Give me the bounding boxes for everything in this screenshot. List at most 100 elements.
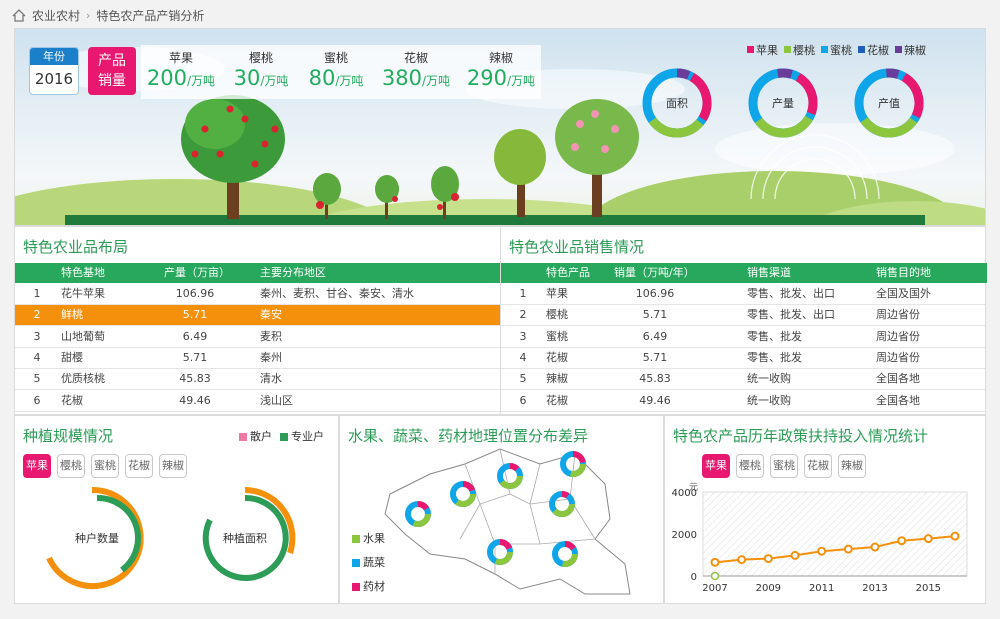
cell-no: 3 [33, 329, 41, 343]
product-value: 30 [233, 66, 261, 90]
product-unit: /万吨 [260, 74, 289, 88]
legend-item[interactable]: 苹果 [747, 42, 778, 58]
x-tick-label: 2011 [809, 583, 834, 594]
geo-title: 水果、蔬菜、药材地理位置分布差异 [348, 427, 589, 445]
cell-value: 49.46 [179, 393, 211, 407]
chevron-right-icon: › [86, 8, 91, 22]
legend-item[interactable]: 蜜桃 [821, 42, 852, 58]
legend-item[interactable]: 药材 [352, 578, 385, 594]
tab-chili[interactable]: 辣椒 [838, 454, 866, 478]
legend-item[interactable]: 蔬菜 [352, 554, 385, 570]
cell-area: 浅山区 [260, 393, 293, 407]
product-name: 苹果 [168, 51, 193, 65]
cell-channel: 统一收购 [747, 372, 791, 386]
cell-value: 45.83 [179, 372, 211, 386]
product-unit: /万吨 [507, 74, 536, 88]
production-sales-badge: 产品 销量 [88, 47, 136, 95]
cell-channel: 统一收购 [747, 393, 791, 407]
data-point [737, 555, 747, 565]
product-name: 樱桃 [248, 51, 273, 65]
table-row[interactable]: 5 辣椒 45.83 统一收购 全国各地 [501, 369, 985, 391]
legend-item[interactable]: 散户 [239, 428, 272, 444]
cell-name: 优质核桃 [61, 372, 105, 386]
product-unit: /万吨 [335, 74, 364, 88]
legend-item[interactable]: 樱桃 [784, 42, 815, 58]
data-point [710, 557, 720, 567]
table-row[interactable]: 2 鲜桃 5.71 秦安 [15, 305, 500, 327]
cell-name: 甜樱 [61, 350, 83, 364]
donut-value[interactable]: 产值 [847, 67, 931, 145]
cell-value: 49.46 [639, 393, 671, 407]
tab-apple[interactable]: 苹果 [702, 454, 730, 478]
cell-name: 蜜桃 [546, 329, 568, 343]
axis-origin-marker [710, 571, 720, 581]
tab-chili[interactable]: 辣椒 [159, 454, 187, 478]
scale-legend: 散户 专业户 [239, 428, 324, 444]
sales-table-header: 特色产品 销量（万吨/年） 销售渠道 销售目的地 [501, 263, 987, 283]
legend-item[interactable]: 辣椒 [895, 42, 926, 58]
table-row[interactable]: 6 花椒 49.46 浅山区 [15, 391, 500, 412]
table-row[interactable]: 4 花椒 5.71 零售、批发 周边省份 [501, 348, 985, 369]
cell-no: 3 [519, 329, 527, 343]
cell-area: 麦积 [260, 329, 282, 343]
policy-line-chart[interactable]: 元4000200002007 2009 2011 2013 2015 [665, 478, 985, 603]
tab-cherry[interactable]: 樱桃 [736, 454, 764, 478]
cell-dest: 全国各地 [876, 372, 920, 386]
product-stat-apple: 苹果 200/万吨 [141, 49, 221, 94]
region-map[interactable] [370, 444, 640, 604]
table-row[interactable]: 1 花牛苹果 106.96 秦州、麦积、甘谷、秦安、清水 [15, 284, 500, 305]
donut-label: 面积 [666, 97, 688, 110]
hero-donut-charts: 面积 产量 产值 [635, 67, 931, 145]
table-row[interactable]: 4 甜樱 5.71 秦州 [15, 348, 500, 369]
product-value: 80 [308, 66, 336, 90]
table-row[interactable]: 3 蜜桃 6.49 零售、批发 周边省份 [501, 327, 985, 348]
x-tick-label: 2013 [862, 583, 887, 594]
tab-pepper[interactable]: 花椒 [804, 454, 832, 478]
cell-channel: 零售、批发、出口 [747, 308, 835, 322]
legend-item[interactable]: 花椒 [858, 42, 889, 58]
gauge-label: 种植面积 [223, 531, 267, 545]
cell-name: 花椒 [546, 350, 568, 364]
policy-tabs: 苹果 樱桃 蜜桃 花椒 辣椒 [702, 454, 866, 478]
donut-area[interactable]: 面积 [635, 67, 719, 145]
data-point [817, 546, 827, 556]
cell-value: 106.96 [175, 287, 215, 300]
product-value: 380 [381, 66, 423, 90]
table-row[interactable]: 6 花椒 49.46 统一收购 全国各地 [501, 391, 985, 412]
tab-apple[interactable]: 苹果 [23, 454, 51, 478]
legend-item[interactable]: 专业户 [280, 428, 324, 444]
breadcrumb-root[interactable]: 农业农村 [32, 7, 80, 24]
layout-table-title: 特色农业品布局 [23, 238, 129, 256]
cell-no: 2 [519, 308, 527, 322]
year-selector[interactable]: 年份 2016 [29, 47, 79, 95]
cell-value: 45.83 [639, 372, 671, 386]
donut-output[interactable]: 产量 [742, 67, 824, 144]
product-stat-chili: 辣椒 290/万吨 [461, 49, 541, 94]
gauge-area[interactable]: 种植面积 [202, 487, 296, 581]
product-unit: /万吨 [422, 74, 451, 88]
cell-value: 5.71 [182, 350, 208, 364]
gauge-label: 种户数量 [75, 531, 119, 545]
gauge-households[interactable]: 种户数量 [46, 486, 144, 589]
production-label-line1: 产品 [98, 53, 126, 69]
product-value: 290 [466, 66, 508, 90]
column-header: 产量（万亩） [164, 266, 230, 279]
cell-name: 花牛苹果 [61, 287, 105, 300]
cell-value: 5.71 [182, 308, 208, 322]
y-tick-label: 4000 [672, 488, 697, 499]
table-row[interactable]: 2 樱桃 5.71 零售、批发、出口 周边省份 [501, 305, 985, 327]
x-tick-label: 2007 [702, 583, 727, 594]
column-header: 特色产品 [546, 266, 590, 279]
tab-peach[interactable]: 蜜桃 [770, 454, 798, 478]
cell-name: 花椒 [61, 393, 83, 407]
table-row[interactable]: 5 优质核桃 45.83 清水 [15, 369, 500, 391]
tab-pepper[interactable]: 花椒 [125, 454, 153, 478]
tab-cherry[interactable]: 樱桃 [57, 454, 85, 478]
x-tick-label: 2009 [756, 583, 781, 594]
product-stat-peach: 蜜桃 80/万吨 [296, 49, 376, 94]
table-row[interactable]: 1 苹果 106.96 零售、批发、出口 全国及国外 [501, 284, 985, 305]
home-icon[interactable] [12, 8, 26, 22]
tab-peach[interactable]: 蜜桃 [91, 454, 119, 478]
table-row[interactable]: 3 山地葡萄 6.49 麦积 [15, 327, 500, 348]
legend-item[interactable]: 水果 [352, 530, 385, 546]
